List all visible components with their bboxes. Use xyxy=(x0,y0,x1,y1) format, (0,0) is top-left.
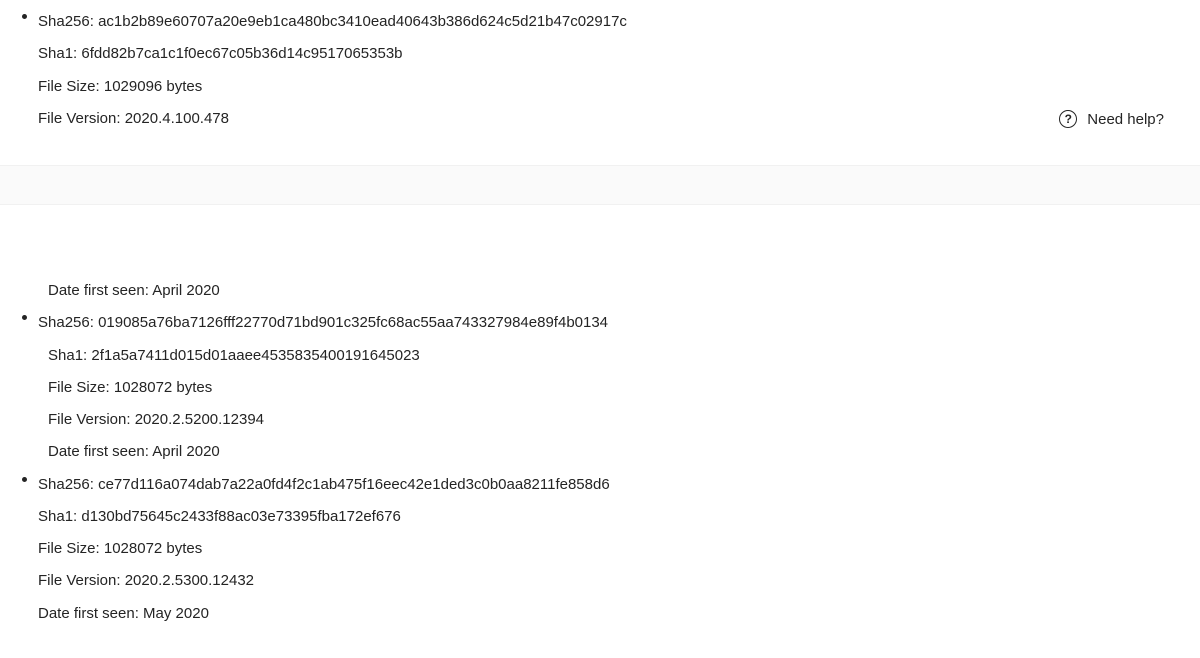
datefirst-label: Date first seen: xyxy=(38,605,143,622)
datefirst-line: Date first seen: May 2020 xyxy=(38,598,1200,630)
sha1-label: Sha1: xyxy=(38,508,81,525)
fileversion-line: File Version: 2020.2.5200.12394 xyxy=(48,404,1200,436)
sha256-line: Sha256: ac1b2b89e60707a20e9eb1ca480bc341… xyxy=(38,6,1200,38)
sha256-value: 019085a76ba7126fff22770d71bd901c325fc68a… xyxy=(98,314,608,331)
sha1-line: Sha1: 2f1a5a7411d015d01aaee4535835400191… xyxy=(48,340,1200,372)
file-entry-item: Sha256: ce77d116a074dab7a22a0fd4f2c1ab47… xyxy=(0,469,1200,630)
sha1-label: Sha1: xyxy=(38,45,81,62)
fileversion-line: File Version: 2020.2.5300.12432 xyxy=(38,565,1200,597)
file-entry-item: Sha256: ac1b2b89e60707a20e9eb1ca480bc341… xyxy=(0,6,1200,135)
help-label: Need help? xyxy=(1087,111,1164,128)
fileversion-label: File Version: xyxy=(48,411,135,428)
fileversion-label: File Version: xyxy=(38,110,125,127)
file-entry-item: Sha256: 019085a76ba7126fff22770d71bd901c… xyxy=(0,307,1200,468)
datefirst-value: April 2020 xyxy=(152,443,220,460)
sha256-label: Sha256: xyxy=(38,314,98,331)
filesize-label: File Size: xyxy=(48,379,114,396)
sha1-value: 6fdd82b7ca1c1f0ec67c05b36d14c9517065353b xyxy=(81,45,402,62)
sha1-label: Sha1: xyxy=(48,347,91,364)
sha256-label: Sha256: xyxy=(38,13,98,30)
filesize-value: 1029096 bytes xyxy=(104,78,202,95)
datefirst-label: Date first seen: xyxy=(48,443,152,460)
datefirst-value: May 2020 xyxy=(143,605,209,622)
sha256-label: Sha256: xyxy=(38,476,98,493)
file-entry-section-bottom: Date first seen: April 2020 Sha256: 0190… xyxy=(0,205,1200,642)
datefirst-value: April 2020 xyxy=(152,282,220,299)
sha256-value: ac1b2b89e60707a20e9eb1ca480bc3410ead4064… xyxy=(98,13,627,30)
filesize-value: 1028072 bytes xyxy=(114,379,212,396)
file-entry-section-top: Sha256: ac1b2b89e60707a20e9eb1ca480bc341… xyxy=(0,0,1200,165)
filesize-line: File Size: 1028072 bytes xyxy=(48,372,1200,404)
fileversion-value: 2020.4.100.478 xyxy=(125,110,229,127)
sha1-value: 2f1a5a7411d015d01aaee4535835400191645023 xyxy=(91,347,419,364)
sha1-line: Sha1: 6fdd82b7ca1c1f0ec67c05b36d14c95170… xyxy=(38,38,1200,70)
sha256-line: Sha256: 019085a76ba7126fff22770d71bd901c… xyxy=(38,307,1200,339)
question-circle-icon: ? xyxy=(1059,110,1077,128)
sha256-line: Sha256: ce77d116a074dab7a22a0fd4f2c1ab47… xyxy=(38,469,1200,501)
filesize-line: File Size: 1029096 bytes xyxy=(38,71,1200,103)
fileversion-line: File Version: 2020.4.100.478 xyxy=(38,103,1200,135)
datefirst-line: Date first seen: April 2020 xyxy=(0,275,1200,307)
filesize-line: File Size: 1028072 bytes xyxy=(38,533,1200,565)
sha256-value: ce77d116a074dab7a22a0fd4f2c1ab475f16eec4… xyxy=(98,476,610,493)
filesize-label: File Size: xyxy=(38,78,104,95)
section-spacer xyxy=(0,165,1200,205)
fileversion-value: 2020.2.5300.12432 xyxy=(125,572,254,589)
need-help-link[interactable]: ? Need help? xyxy=(1059,110,1164,128)
sha1-value: d130bd75645c2433f88ac03e73395fba172ef676 xyxy=(81,508,400,525)
datefirst-label: Date first seen: xyxy=(48,282,152,299)
datefirst-line: Date first seen: April 2020 xyxy=(48,436,1200,468)
fileversion-value: 2020.2.5200.12394 xyxy=(135,411,264,428)
filesize-value: 1028072 bytes xyxy=(104,540,202,557)
filesize-label: File Size: xyxy=(38,540,104,557)
sha1-line: Sha1: d130bd75645c2433f88ac03e73395fba17… xyxy=(38,501,1200,533)
fileversion-label: File Version: xyxy=(38,572,125,589)
